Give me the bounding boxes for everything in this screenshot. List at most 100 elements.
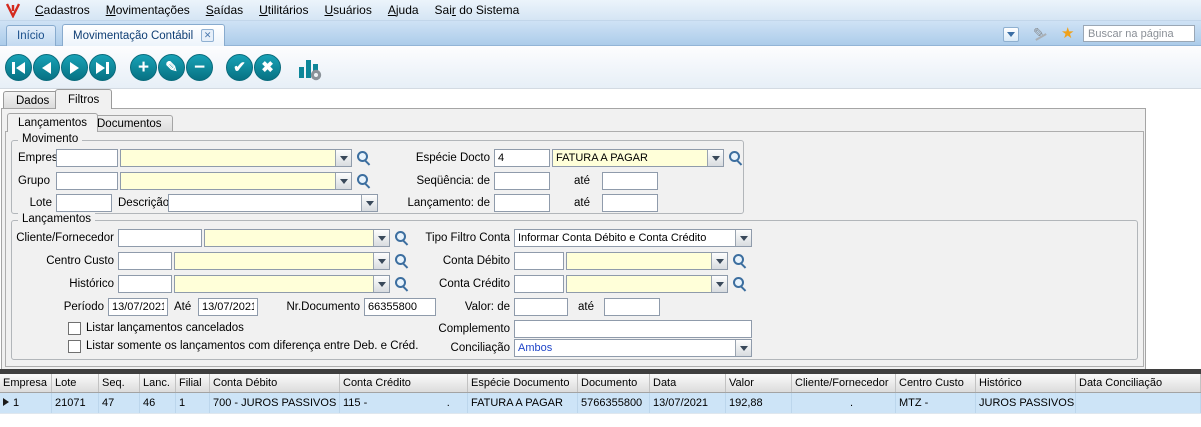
- grid-column-header[interactable]: Lote: [52, 374, 99, 392]
- lote-input[interactable]: [56, 194, 112, 212]
- tab-close-icon[interactable]: ✕: [201, 29, 214, 42]
- grid-cell: 115 - .: [340, 393, 468, 413]
- grid-column-header[interactable]: Conta Crédito: [340, 374, 468, 392]
- first-record-button[interactable]: [5, 54, 32, 81]
- conta-debito-combo[interactable]: [566, 252, 728, 270]
- delete-record-button[interactable]: −: [186, 54, 213, 81]
- tab-dados[interactable]: Dados: [3, 91, 62, 109]
- conta-debito-combo-arrow-icon[interactable]: [711, 253, 727, 269]
- tab-filtros[interactable]: Filtros: [55, 89, 112, 109]
- historico-combo-arrow-icon[interactable]: [373, 276, 389, 292]
- centro-custo-combo[interactable]: [174, 252, 390, 270]
- grid-column-header[interactable]: Data Conciliação: [1076, 374, 1201, 392]
- grupo-label: Grupo: [18, 175, 50, 187]
- conta-credito-input[interactable]: [514, 275, 564, 293]
- especie-docto-combo-arrow-icon[interactable]: [707, 150, 723, 166]
- grid-column-header[interactable]: Data: [650, 374, 726, 392]
- listar-cancelados-checkbox[interactable]: [68, 322, 81, 335]
- grid-column-header[interactable]: Conta Débito: [210, 374, 340, 392]
- grid-header: EmpresaLoteSeq.Lanc.FilialConta DébitoCo…: [0, 374, 1201, 393]
- chart-report-button[interactable]: [296, 55, 322, 81]
- especie-docto-search-icon[interactable]: [728, 150, 743, 165]
- tipo-filtro-conta-combo-arrow-icon[interactable]: [735, 230, 751, 246]
- last-record-button[interactable]: [89, 54, 116, 81]
- menu-item-cadastros[interactable]: Cadastros: [27, 1, 98, 19]
- grupo-combo-arrow-icon[interactable]: [335, 173, 351, 189]
- descricao-combo-arrow-icon[interactable]: [361, 195, 377, 211]
- grid-row[interactable]: 12107147461700 - JUROS PASSIVOS115 - .FA…: [0, 393, 1201, 414]
- conta-credito-combo-arrow-icon[interactable]: [711, 276, 727, 292]
- pen-icon[interactable]: ✎: [1033, 25, 1045, 42]
- edit-record-button[interactable]: ✎: [158, 54, 185, 81]
- page-search-input[interactable]: [1083, 25, 1195, 42]
- grid-column-header[interactable]: Cliente/Fornecedor: [792, 374, 896, 392]
- conta-debito-input[interactable]: [514, 252, 564, 270]
- historico-combo[interactable]: [174, 275, 390, 293]
- periodo-de-input[interactable]: [108, 298, 168, 316]
- centro-custo-combo-arrow-icon[interactable]: [373, 253, 389, 269]
- grid-column-header[interactable]: Lanc.: [140, 374, 176, 392]
- complemento-input[interactable]: [514, 320, 752, 338]
- prior-record-button[interactable]: [33, 54, 60, 81]
- empresa-input[interactable]: [56, 149, 118, 167]
- grupo-search-icon[interactable]: [356, 173, 371, 188]
- conta-credito-search-icon[interactable]: [732, 276, 747, 291]
- grid-column-header[interactable]: Valor: [726, 374, 792, 392]
- grid-column-header[interactable]: Filial: [176, 374, 210, 392]
- descricao-combo[interactable]: [168, 194, 378, 212]
- tab-documentos[interactable]: Documentos: [86, 115, 173, 132]
- cliente-fornecedor-input[interactable]: [118, 229, 202, 247]
- tab-list-dropdown-button[interactable]: [1003, 27, 1019, 42]
- tab-documentos-label: Documentos: [97, 118, 162, 130]
- listar-diferenca-checkbox[interactable]: [68, 340, 81, 353]
- cliente-fornecedor-search-icon[interactable]: [394, 230, 409, 245]
- tab-inicio[interactable]: Início: [6, 25, 56, 46]
- conta-credito-combo[interactable]: [566, 275, 728, 293]
- grid-column-header[interactable]: Documento: [578, 374, 650, 392]
- valor-de-input[interactable]: [514, 298, 568, 316]
- favorites-star-icon[interactable]: ★: [1061, 24, 1074, 42]
- centro-custo-search-icon[interactable]: [394, 253, 409, 268]
- especie-docto-code-input[interactable]: [494, 149, 550, 167]
- especie-docto-combo[interactable]: FATURA A PAGAR: [552, 149, 724, 167]
- valor-ate-input[interactable]: [604, 298, 660, 316]
- sequencia-ate-input[interactable]: [602, 172, 658, 190]
- menu-item-movimenta-es[interactable]: Movimentações: [98, 1, 198, 19]
- periodo-ate-input[interactable]: [198, 298, 258, 316]
- next-record-button[interactable]: [61, 54, 88, 81]
- cliente-fornecedor-combo-arrow-icon[interactable]: [373, 230, 389, 246]
- grid-column-header[interactable]: Empresa: [0, 374, 52, 392]
- historico-input[interactable]: [118, 275, 172, 293]
- lancamento-de-input[interactable]: [494, 194, 550, 212]
- menu-item-usu-rios[interactable]: Usuários: [316, 1, 379, 19]
- conta-debito-search-icon[interactable]: [732, 253, 747, 268]
- cliente-fornecedor-combo[interactable]: [204, 229, 390, 247]
- empresa-search-icon[interactable]: [356, 150, 371, 165]
- tipo-filtro-conta-combo[interactable]: Informar Conta Débito e Conta Crédito: [514, 229, 752, 247]
- cancel-record-button[interactable]: ✖: [254, 54, 281, 81]
- insert-record-button[interactable]: +: [130, 54, 157, 81]
- menu-item-sair-do-sistema[interactable]: Sair do Sistema: [427, 1, 528, 19]
- centro-custo-input[interactable]: [118, 252, 172, 270]
- historico-search-icon[interactable]: [394, 276, 409, 291]
- tab-movimentacao-contabil[interactable]: Movimentação Contábil ✕: [62, 24, 225, 46]
- empresa-combo-arrow-icon[interactable]: [335, 150, 351, 166]
- grid-column-header[interactable]: Centro Custo: [896, 374, 976, 392]
- grupo-input[interactable]: [56, 172, 118, 190]
- grupo-combo[interactable]: [120, 172, 352, 190]
- grid-column-header[interactable]: Histórico: [976, 374, 1076, 392]
- menu-item-utilit-rios[interactable]: Utilitários: [251, 1, 316, 19]
- menu-item-sa-das[interactable]: Saídas: [198, 1, 251, 19]
- post-record-button[interactable]: ✔: [226, 54, 253, 81]
- document-tab-bar: Início Movimentação Contábil ✕ ✎ ★: [0, 21, 1201, 46]
- grid-column-header[interactable]: Seq.: [99, 374, 140, 392]
- conciliacao-combo-arrow-icon[interactable]: [735, 340, 751, 356]
- menu-item-ajuda[interactable]: Ajuda: [380, 1, 427, 19]
- tab-inicio-label: Início: [17, 30, 45, 42]
- conciliacao-combo[interactable]: Ambos: [514, 339, 752, 357]
- grid-column-header[interactable]: Espécie Documento: [468, 374, 578, 392]
- lancamento-ate-input[interactable]: [602, 194, 658, 212]
- empresa-combo[interactable]: [120, 149, 352, 167]
- sequencia-de-input[interactable]: [494, 172, 550, 190]
- tab-lancamentos[interactable]: Lançamentos: [7, 113, 98, 132]
